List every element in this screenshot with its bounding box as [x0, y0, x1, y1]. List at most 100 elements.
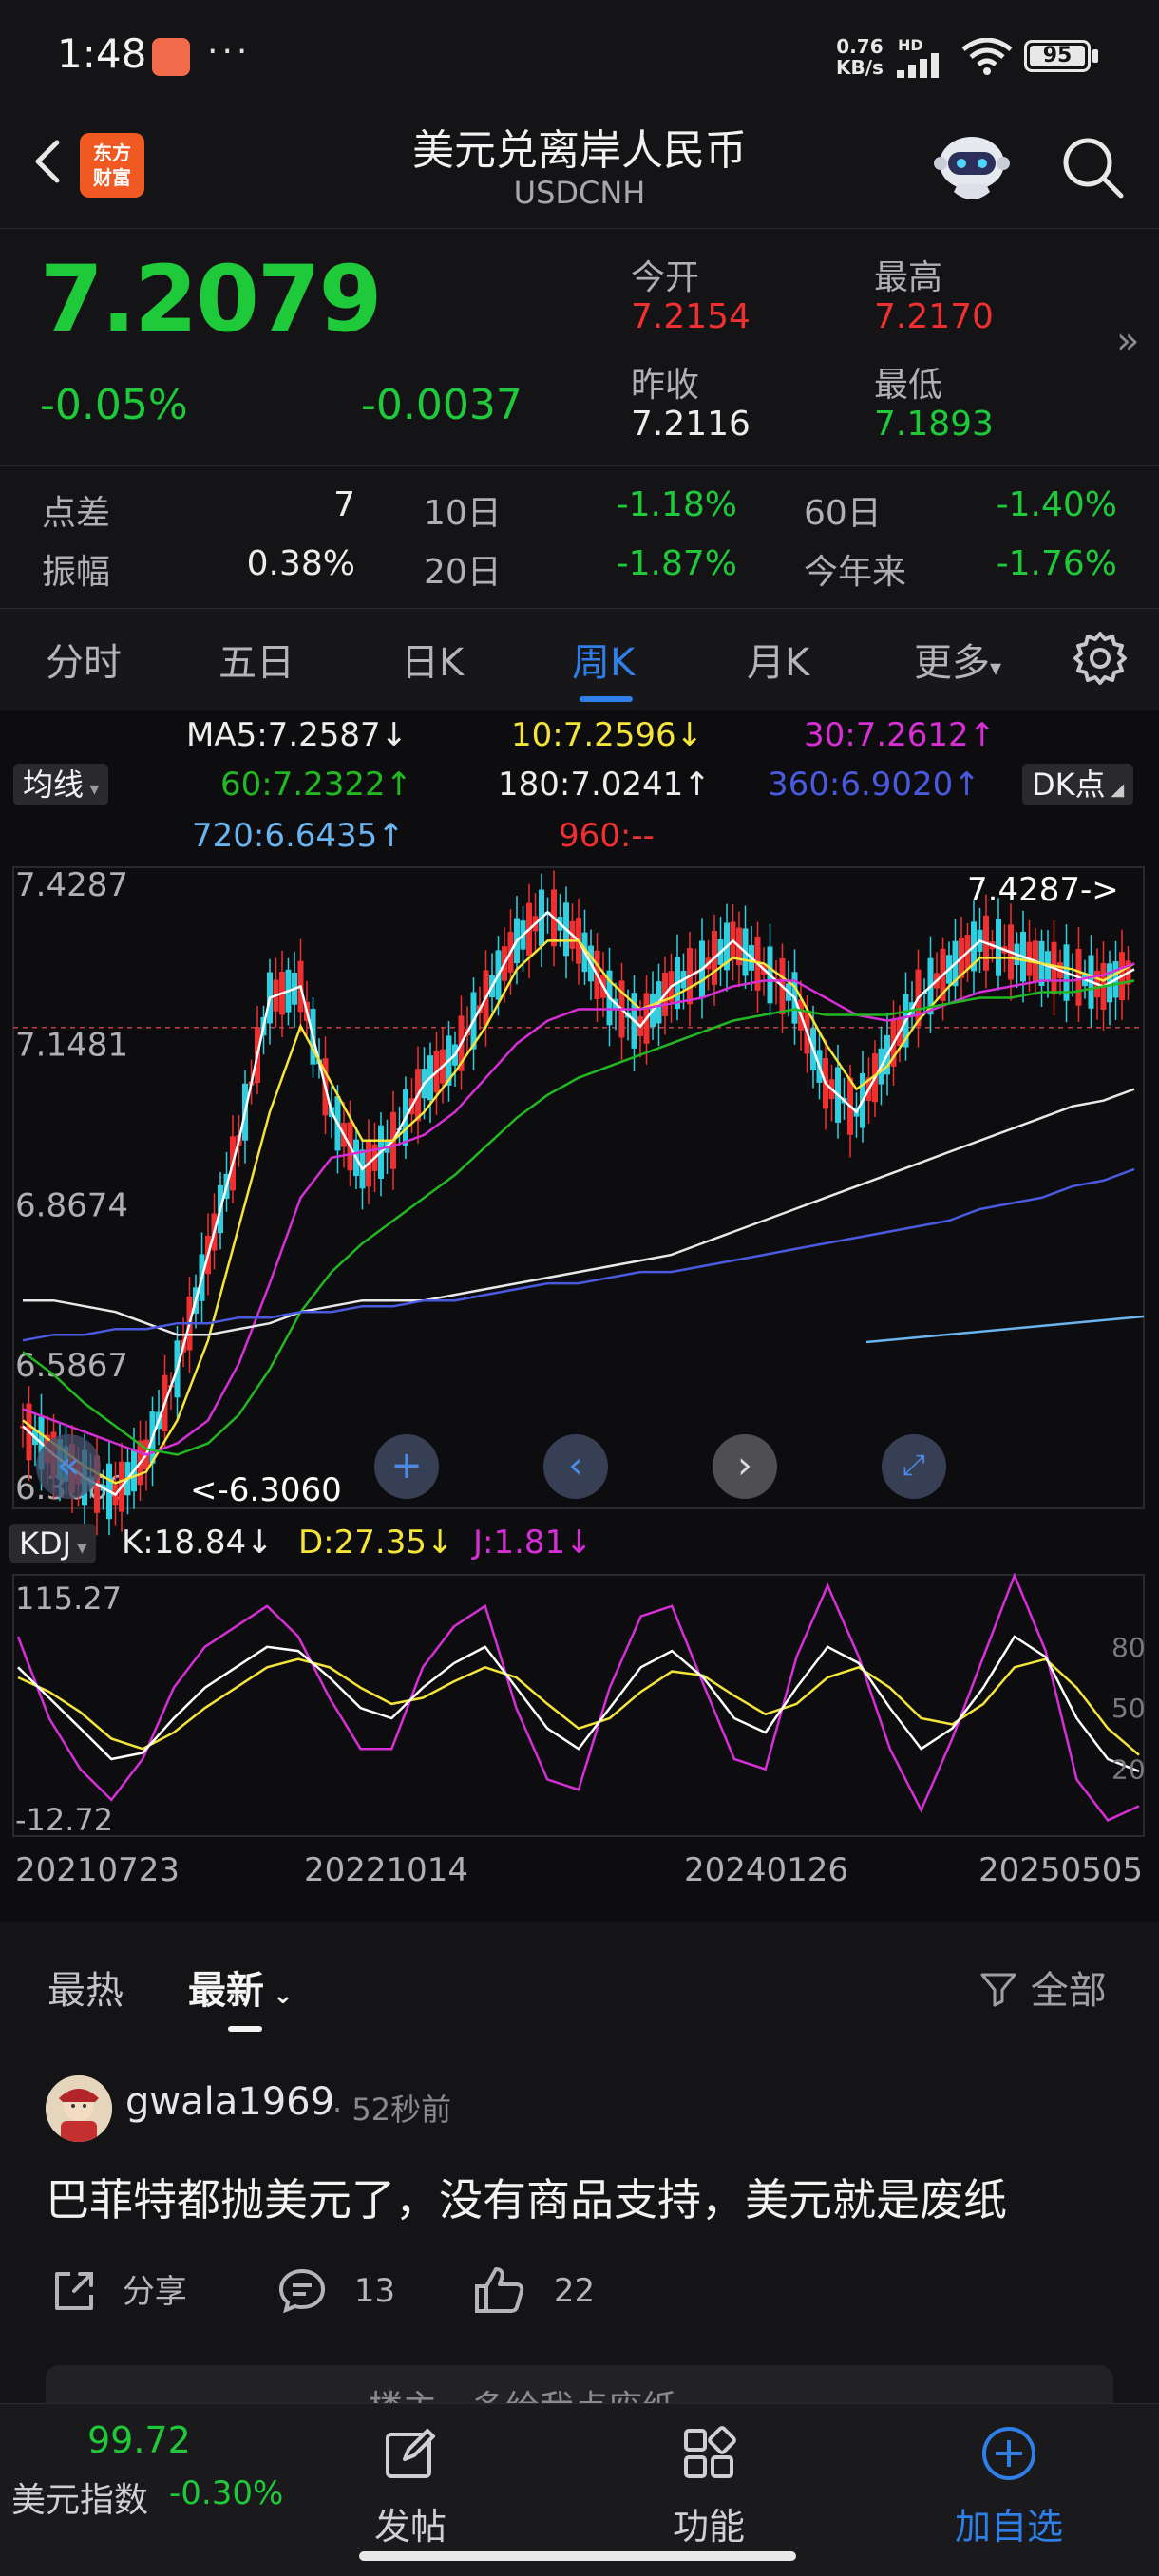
ma-line-ma30: [22, 962, 1135, 1456]
like-button[interactable]: 22: [473, 2265, 595, 2315]
ma5-legend: MA5:7.2587↓: [186, 716, 408, 754]
ytd-label: 今年来: [804, 553, 907, 592]
share-button[interactable]: 分享: [49, 2265, 187, 2316]
network-speed: 0.76 KB/s: [836, 35, 884, 79]
kdj-right-tick: 80: [1112, 1632, 1146, 1663]
last-price: 7.2079: [40, 246, 382, 352]
d20-label: 20日: [424, 553, 502, 592]
tab-five-day[interactable]: 五日: [218, 632, 294, 687]
ma30-legend: 30:7.2612↑: [804, 716, 997, 754]
open-label: 今开: [631, 258, 700, 297]
gear-icon[interactable]: [1070, 628, 1130, 689]
kdj-right-tick: 20: [1112, 1754, 1146, 1786]
high-value: 7.2170: [874, 297, 994, 336]
feed-tab-indicator: [228, 2026, 262, 2032]
min-price-label: <-6.3060: [190, 1471, 342, 1509]
post-time: · 52秒前: [332, 2092, 452, 2128]
more-notifications-icon: ···: [207, 32, 252, 71]
y-tick-label: 7.1481: [15, 1027, 128, 1065]
notification-app-icon: [152, 38, 190, 76]
scroll-left-icon[interactable]: ‹: [543, 1434, 608, 1499]
thumbs-up-icon: [475, 2267, 524, 2313]
page-title: 美元兑离岸人民币: [412, 126, 747, 175]
tab-daily-k[interactable]: 日K: [401, 632, 464, 687]
filter-icon: [980, 1973, 1016, 2007]
kdj-line-j: [16, 1572, 1140, 1822]
kdj-d-value: D:27.35↓: [298, 1524, 454, 1562]
low-value: 7.1893: [874, 405, 994, 444]
nav-post[interactable]: 发帖: [334, 2414, 486, 2548]
d60-value: -1.40%: [996, 485, 1117, 524]
chevron-right-icon[interactable]: »: [1116, 319, 1139, 363]
low-label: 最低: [874, 366, 943, 405]
signal-icon: [897, 53, 939, 78]
high-label: 最高: [874, 258, 943, 297]
back-icon[interactable]: [21, 133, 78, 190]
tab-more[interactable]: 更多▾: [914, 632, 1001, 687]
tab-hot[interactable]: 最热: [48, 1960, 124, 2015]
change-percent: -0.05%: [40, 381, 188, 429]
kdj-j-value: J:1.81↓: [473, 1524, 593, 1562]
chart-canvas[interactable]: 7.42877.14816.86746.58676.30607.4287-><-…: [0, 710, 1159, 1922]
quote-panel[interactable]: 7.2079 -0.05% -0.0037 今开 7.2154 最高 7.217…: [0, 228, 1159, 465]
post-username[interactable]: gwala1969: [125, 2080, 334, 2124]
kdj-line-k: [17, 1635, 1140, 1772]
d10-label: 10日: [424, 494, 502, 533]
nav-add-watchlist[interactable]: 加自选: [933, 2414, 1085, 2548]
home-indicator: [359, 2551, 796, 2561]
ma10-legend: 10:7.2596↓: [511, 716, 704, 754]
dk-point-button[interactable]: DK点 ◢: [1022, 764, 1134, 805]
avatar[interactable]: [46, 2075, 112, 2142]
chevron-down-icon: ⌄: [264, 1981, 294, 2010]
amplitude-value: 0.38%: [246, 544, 355, 583]
filter-button[interactable]: 全部: [978, 1960, 1107, 2015]
ma-mode-select[interactable]: 均线 ▾: [13, 764, 109, 805]
index-name: 美元指数: [11, 2481, 149, 2520]
status-time: 1:48: [57, 30, 147, 77]
post-card[interactable]: gwala1969 · 52秒前 巴菲特都抛美元了，没有商品支持，美元就是废纸 …: [0, 2052, 1159, 2441]
status-bar: 1:48 ··· 0.76 KB/s HD 95: [0, 0, 1159, 104]
hd-badge: HD: [898, 36, 923, 54]
ma-line-ma60: [22, 979, 1135, 1456]
prev-close-label: 昨收: [631, 366, 700, 405]
prev-close-value: 7.2116: [631, 405, 750, 444]
zoom-in-icon[interactable]: +: [374, 1434, 439, 1499]
x-tick-label: 20240126: [684, 1851, 848, 1889]
fullscreen-icon[interactable]: ⤢: [882, 1434, 946, 1499]
kdj-k-value: K:18.84↓: [122, 1524, 274, 1562]
ma720-legend: 720:6.6435↑: [192, 817, 405, 855]
d60-label: 60日: [804, 494, 882, 533]
active-tab-indicator: [580, 696, 633, 702]
battery-icon: 95: [1024, 40, 1091, 72]
index-change: -0.30%: [169, 2474, 284, 2512]
period-tabs: 分时 五日 日K 周K 月K 更多▾: [0, 608, 1159, 710]
spread-value: 7: [333, 485, 355, 524]
max-price-label: 7.4287->: [967, 871, 1119, 909]
grid-icon: [684, 2426, 736, 2478]
open-value: 7.2154: [631, 297, 750, 336]
page-subtitle: USDCNH: [513, 175, 646, 211]
x-tick-label: 20250505: [978, 1851, 1143, 1889]
add-circle-icon: [982, 2427, 1036, 2480]
tab-intraday[interactable]: 分时: [46, 632, 122, 687]
kdj-legend: KDJ ▾ K:18.84↓ D:27.35↓ J:1.81↓: [0, 1518, 1159, 1575]
search-icon[interactable]: [1056, 131, 1129, 203]
post-text[interactable]: 巴菲特都抛美元了，没有商品支持，美元就是废纸: [46, 2166, 1007, 2228]
ma180-legend: 180:7.0241↑: [498, 766, 711, 804]
ytd-value: -1.76%: [996, 544, 1117, 583]
y-tick-label: 6.5867: [15, 1347, 128, 1385]
kline-chart[interactable]: 7.42877.14816.86746.58676.30607.4287-><-…: [0, 710, 1159, 1922]
nav-functions[interactable]: 功能: [633, 2414, 785, 2548]
comment-button[interactable]: 13: [277, 2265, 395, 2315]
comment-icon: [278, 2268, 326, 2314]
indicator-select[interactable]: KDJ ▾: [10, 1524, 97, 1563]
rewind-icon[interactable]: «: [36, 1434, 101, 1499]
x-tick-label: 20210723: [15, 1851, 180, 1889]
scroll-right-icon[interactable]: ›: [712, 1434, 777, 1499]
tab-weekly-k[interactable]: 周K: [572, 632, 635, 687]
bottom-nav: 99.72 美元指数 -0.30% 发帖 功能 加自选: [0, 2403, 1159, 2576]
tab-latest[interactable]: 最新 ⌄: [188, 1960, 294, 2015]
robot-assistant-icon[interactable]: [929, 125, 1015, 211]
tab-monthly-k[interactable]: 月K: [747, 632, 809, 687]
ma-line-720: [865, 1315, 1145, 1344]
